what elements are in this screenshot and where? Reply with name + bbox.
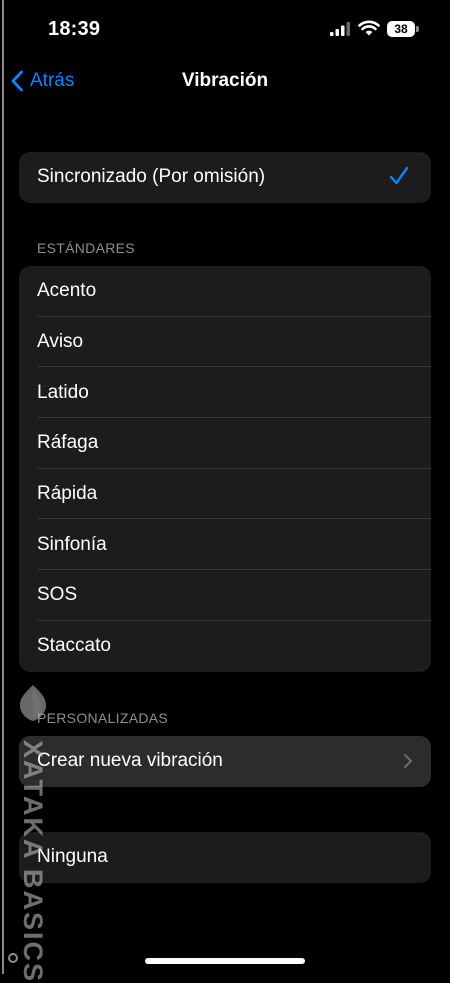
watermark-logo-icon — [20, 685, 46, 721]
option-label: Aviso — [37, 331, 84, 353]
home-indicator[interactable] — [145, 958, 305, 964]
battery-icon: 38 — [387, 21, 419, 37]
option-label: Ráfaga — [37, 432, 99, 454]
option-acento[interactable]: Acento — [19, 266, 431, 317]
status-time: 18:39 — [48, 18, 101, 40]
section-header-standard: ESTÁNDARES — [37, 240, 135, 256]
option-label: Sinfonía — [37, 533, 107, 555]
option-label: Rápida — [37, 483, 98, 505]
section-header-custom: PERSONALIZADAS — [37, 710, 169, 726]
option-staccato[interactable]: Staccato — [19, 621, 431, 672]
status-bar: 18:39 38 — [0, 0, 450, 56]
none-group: Ninguna — [19, 832, 431, 883]
option-rafaga[interactable]: Ráfaga — [19, 418, 431, 469]
option-label: Staccato — [37, 635, 111, 657]
custom-group: Crear nueva vibración — [19, 736, 431, 787]
create-vibration-button[interactable]: Crear nueva vibración — [19, 736, 431, 787]
create-vibration-label: Crear nueva vibración — [37, 750, 223, 772]
option-label: SOS — [37, 584, 78, 606]
checkmark-icon — [389, 166, 409, 185]
option-label: Latido — [37, 381, 89, 403]
option-synced[interactable]: Sincronizado (Por omisión) — [19, 152, 431, 203]
option-sos[interactable]: SOS — [19, 570, 431, 621]
option-label: Acento — [37, 280, 97, 302]
wifi-icon — [358, 20, 380, 36]
option-label: Sincronizado (Por omisión) — [37, 166, 266, 188]
option-sinfonia[interactable]: Sinfonía — [19, 519, 431, 571]
option-none[interactable]: Ninguna — [19, 832, 431, 883]
left-edge-line — [2, 0, 4, 974]
synced-group: Sincronizado (Por omisión) — [19, 152, 431, 203]
option-rapida[interactable]: Rápida — [19, 469, 431, 520]
option-aviso[interactable]: Aviso — [19, 317, 431, 368]
standard-group: Acento Aviso Latido Ráfaga Rápida Sinfon… — [19, 266, 431, 672]
battery-level: 38 — [387, 21, 415, 37]
navigation-bar: Atrás Vibración — [0, 56, 450, 104]
page-title: Vibración — [181, 70, 269, 91]
chevron-right-icon — [404, 754, 412, 768]
option-latido[interactable]: Latido — [19, 367, 431, 419]
watermark-text: XATAKA BASICS — [18, 740, 48, 983]
cellular-signal-icon — [330, 22, 350, 36]
